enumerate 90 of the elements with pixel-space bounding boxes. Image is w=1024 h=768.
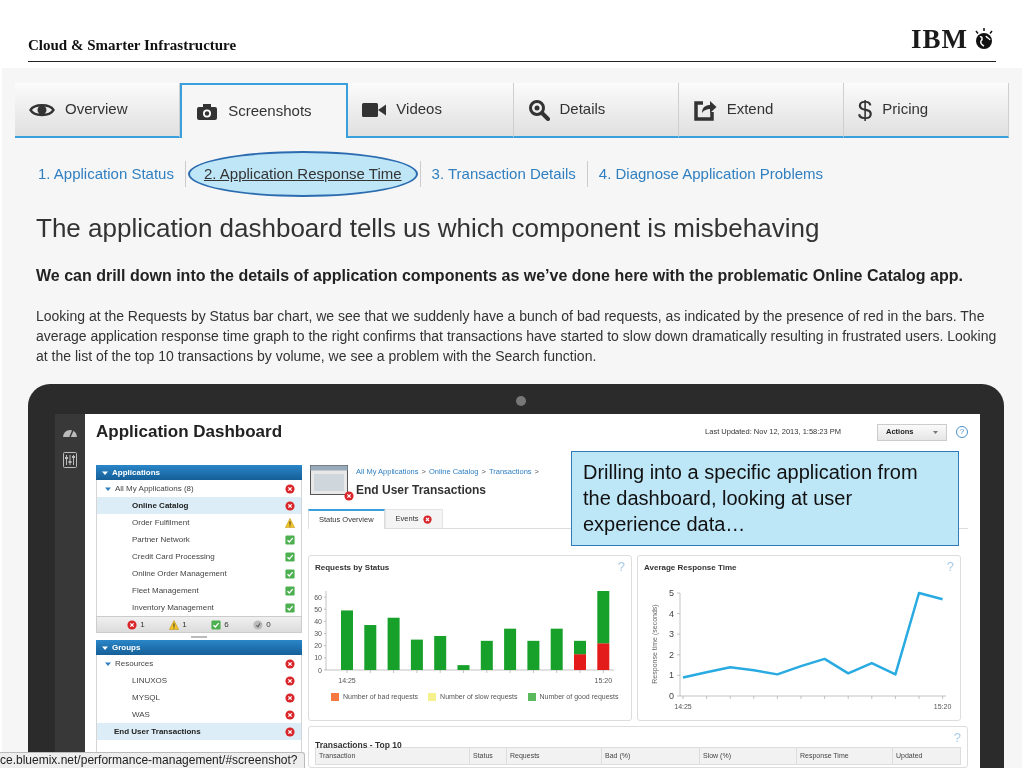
bar (527, 640, 540, 670)
step-link[interactable]: 3. Transaction Details (422, 162, 585, 186)
tick-label: 3 (669, 629, 674, 640)
tick-label: 4 (669, 608, 674, 619)
caret-icon[interactable] (105, 485, 111, 492)
splitter-handle[interactable] (191, 635, 207, 638)
callout-box: Drilling into a specific application from the dashboard, looking at user experience data… (571, 451, 959, 546)
error-icon (285, 726, 295, 737)
check-icon (285, 602, 295, 613)
check-icon (211, 619, 222, 630)
globe-icon (972, 27, 996, 51)
tree-item[interactable]: Inventory Management (97, 599, 301, 616)
tree-item[interactable]: Resources (97, 655, 301, 672)
check-icon (285, 568, 295, 579)
tree-item[interactable]: Online Catalog (97, 497, 301, 514)
bar (457, 665, 470, 670)
tab[interactable]: $ Pricing (843, 83, 1010, 138)
bar (574, 640, 586, 655)
description-text: Looking at the Requests by Status bar chart, we see that we suddenly have a bunch of bad requests, as indicated by the presence of red in the bars. The average application response time graph to the right confirms that transactions have started to slow down dramatically resulting in frustrated users. Looking at the list of the top 10 transactions by volume, we see a problem with the Search function. (35, 307, 998, 366)
tick-label: 5 (669, 588, 674, 598)
warning-icon (169, 619, 180, 630)
tree-item[interactable]: WAS (97, 706, 301, 723)
tree-item[interactable]: Partner Network (97, 531, 301, 548)
tab[interactable]: Screenshots (180, 83, 349, 138)
step-link[interactable]: 2. Application Response Time (187, 151, 418, 197)
check-icon (285, 534, 295, 545)
camera-icon (196, 102, 219, 121)
error-icon (285, 709, 295, 720)
warning-icon (285, 517, 295, 528)
error-icon (127, 619, 138, 630)
tick-label: 0 (669, 691, 674, 701)
tree-item[interactable]: Credit Card Processing (97, 548, 301, 565)
caret-icon[interactable] (105, 660, 111, 667)
error-icon (285, 483, 295, 494)
step-link[interactable]: 1. Application Status (29, 162, 183, 186)
bar (341, 610, 353, 670)
unknown-icon (253, 619, 264, 630)
bar (434, 635, 447, 670)
error-icon (285, 675, 295, 686)
tab[interactable]: Overview (15, 83, 181, 138)
lead-text: We can drill down into the details of application components as we’ve done here with the problematic Online Catalog app. (35, 266, 964, 286)
bar (504, 628, 517, 670)
window-icon (310, 465, 348, 495)
tick-label: 1 (669, 670, 674, 681)
tree-item[interactable]: End User Transactions (97, 723, 301, 740)
panel-header[interactable]: Applications (96, 465, 302, 480)
bar (410, 639, 423, 670)
tab[interactable]: Details (513, 83, 679, 138)
error-icon (285, 692, 295, 703)
tree-item[interactable]: All My Applications (8) (97, 480, 301, 497)
bar (364, 625, 377, 670)
tab[interactable]: Videos (348, 83, 514, 138)
check-icon (285, 551, 295, 562)
status-count: 1 (140, 618, 145, 631)
tick-label: 2 (669, 649, 674, 660)
tree-item[interactable]: Online Order Management (97, 565, 301, 582)
logo: IBM (911, 25, 968, 53)
check-icon (285, 585, 295, 596)
slide-title: Cloud & Smarter Infrastructure (28, 35, 237, 55)
caret-icon[interactable] (102, 469, 108, 476)
tree-item[interactable]: Fleet Management (97, 582, 301, 599)
dollar-icon: $ (857, 95, 873, 124)
status-count: 0 (266, 618, 271, 631)
bar (387, 617, 400, 670)
chart-title: Average Response Time (644, 562, 737, 574)
chart-title: Requests by Status (315, 562, 390, 574)
panel-header[interactable]: Groups (96, 640, 302, 655)
error-icon (285, 500, 295, 511)
bar (480, 640, 493, 670)
caret-icon[interactable] (102, 644, 108, 651)
status-url: ce.bluemix.net/performance-management/#screenshot? (0, 752, 305, 768)
tree-item[interactable]: LINUXOS (97, 672, 301, 689)
status-count: 6 (224, 618, 229, 631)
page-heading: The application dashboard tells us which component is misbehaving (35, 212, 821, 245)
tree-item[interactable]: MYSQL (97, 689, 301, 706)
bar (574, 654, 586, 670)
error-icon (422, 514, 432, 524)
bar (550, 628, 563, 670)
status-count: 1 (182, 618, 187, 631)
search-icon (527, 98, 550, 121)
tab[interactable]: Extend (678, 83, 844, 138)
dashboard-title: Application Dashboard (96, 421, 283, 444)
error-icon (285, 658, 295, 669)
table-title: Transactions - Top 10 (315, 740, 402, 750)
step-link[interactable]: 4. Diagnose Application Problems (589, 162, 833, 186)
video-camera-icon (362, 101, 387, 118)
tree-item[interactable]: Order Fulfilment (97, 514, 301, 531)
sliders-icon[interactable] (63, 452, 77, 468)
caret-icon (933, 430, 938, 434)
page-title: End User Transactions (356, 482, 488, 500)
